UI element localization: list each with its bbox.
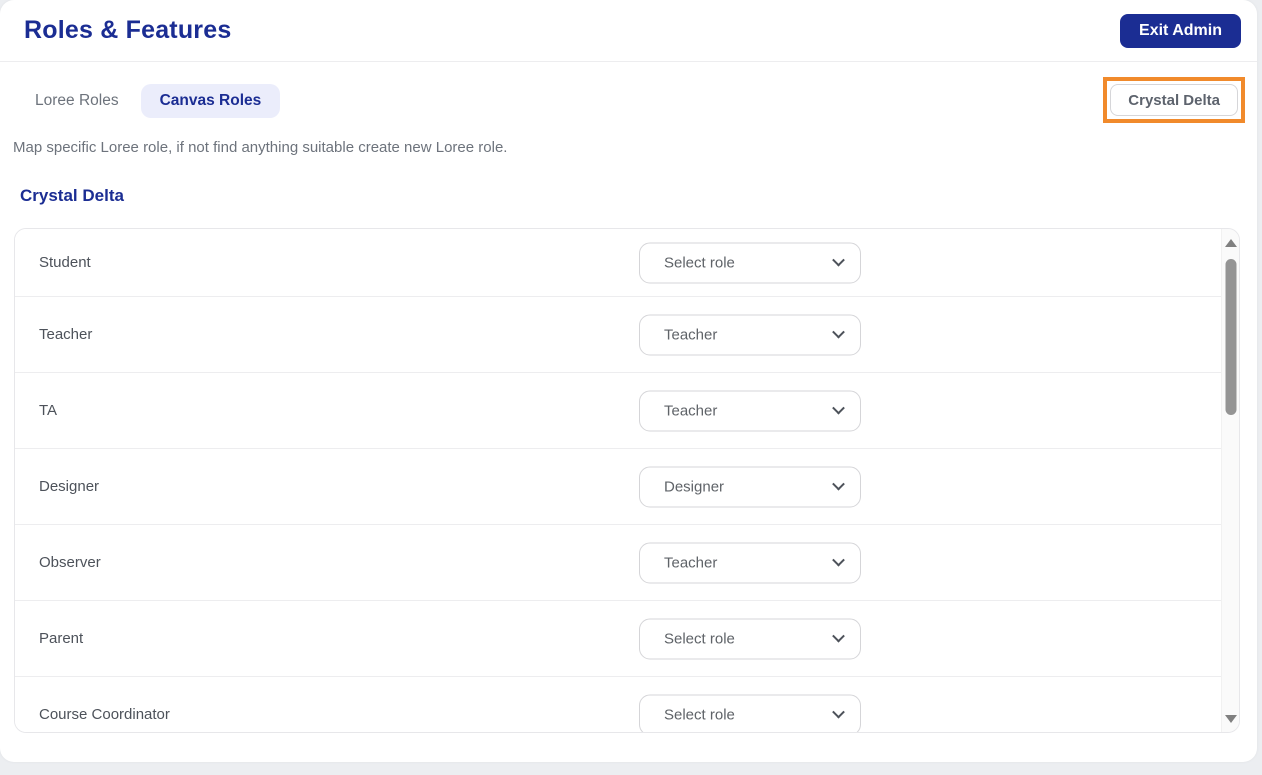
scroll-down-arrow-icon[interactable]	[1224, 715, 1237, 723]
loree-role-select[interactable]: Teacher	[639, 390, 861, 431]
canvas-role-label: Course Coordinator	[39, 706, 170, 723]
chevron-down-icon	[832, 253, 845, 267]
loree-role-select[interactable]: Select role	[639, 618, 861, 659]
scroll-up-arrow-icon[interactable]	[1224, 239, 1237, 247]
chevron-down-icon	[832, 325, 845, 339]
loree-role-select[interactable]: Select role	[639, 694, 861, 732]
exit-admin-button[interactable]: Exit Admin	[1120, 13, 1241, 48]
page-header: Roles & Features Exit Admin	[0, 0, 1257, 62]
canvas-role-label: Observer	[39, 554, 101, 571]
role-mapping-row: Parent Select role	[15, 601, 1221, 677]
canvas-role-label: Parent	[39, 630, 84, 647]
loree-role-select[interactable]: Select role	[639, 242, 861, 283]
canvas-role-label: Student	[39, 254, 91, 271]
chevron-down-icon	[832, 629, 845, 643]
select-value: Teacher	[664, 554, 718, 571]
chevron-down-icon	[832, 705, 845, 719]
roles-mapping-card: Student Select role Teacher Teacher TA T…	[14, 228, 1240, 733]
canvas-role-label: TA	[39, 402, 58, 419]
tabs: Loree Roles Canvas Roles	[35, 84, 281, 118]
select-value: Select role	[664, 706, 735, 723]
tab-loree-roles[interactable]: Loree Roles	[35, 84, 119, 118]
role-mapping-row: Observer Teacher	[15, 525, 1221, 601]
scrollbar[interactable]	[1221, 229, 1239, 732]
role-mapping-row: TA Teacher	[15, 373, 1221, 449]
select-value: Select role	[664, 630, 735, 647]
role-mapping-row: Course Coordinator Select role	[15, 677, 1221, 732]
loree-role-select[interactable]: Designer	[639, 466, 861, 507]
scrollbar-thumb[interactable]	[1225, 259, 1236, 415]
crystal-delta-highlight-box: Crystal Delta	[1103, 77, 1245, 123]
page-container: Roles & Features Exit Admin Loree Roles …	[0, 0, 1257, 762]
select-value: Teacher	[664, 326, 718, 343]
canvas-role-label: Designer	[39, 478, 100, 495]
crystal-delta-button[interactable]: Crystal Delta	[1110, 84, 1238, 116]
loree-role-select[interactable]: Teacher	[639, 542, 861, 583]
chevron-down-icon	[832, 401, 845, 415]
canvas-role-label: Teacher	[39, 326, 93, 343]
role-mapping-row: Student Select role	[15, 229, 1221, 297]
tab-canvas-roles[interactable]: Canvas Roles	[140, 84, 281, 118]
page-title: Roles & Features	[24, 16, 232, 44]
chevron-down-icon	[832, 477, 845, 491]
roles-list: Student Select role Teacher Teacher TA T…	[15, 229, 1221, 732]
loree-role-select[interactable]: Teacher	[639, 314, 861, 355]
section-heading: Crystal Delta	[20, 186, 124, 205]
role-mapping-row: Designer Designer	[15, 449, 1221, 525]
select-value: Teacher	[664, 402, 718, 419]
select-value: Select role	[664, 254, 735, 271]
select-value: Designer	[664, 478, 725, 495]
chevron-down-icon	[832, 553, 845, 567]
description-text: Map specific Loree role, if not find any…	[13, 139, 508, 156]
role-mapping-row: Teacher Teacher	[15, 297, 1221, 373]
